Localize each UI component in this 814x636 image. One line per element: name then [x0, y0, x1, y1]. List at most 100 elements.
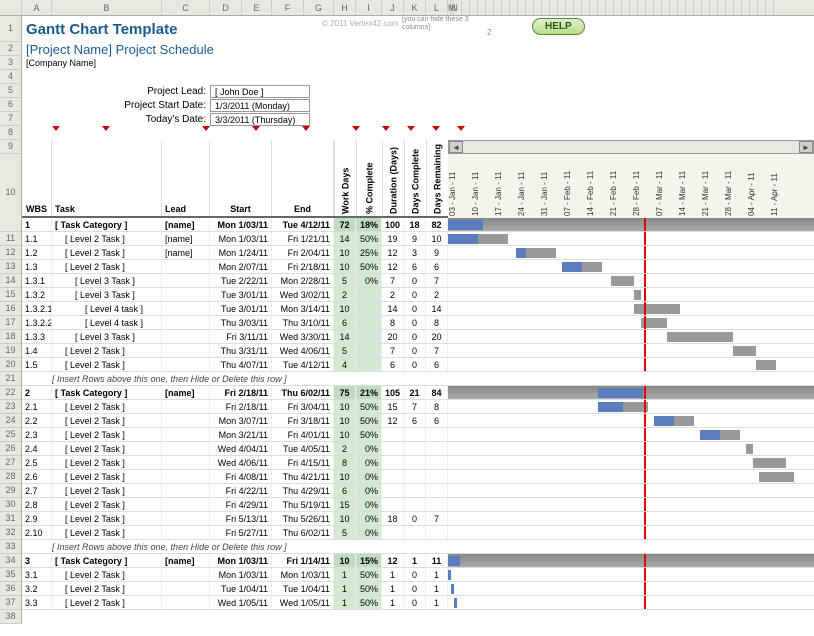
cell-pct-complete: 0%	[356, 484, 382, 497]
table-header-row: WBS Task Lead Start End Work Days % Comp…	[22, 140, 814, 218]
table-row[interactable]: 3.2[ Level 2 Task ]Tue 1/04/11Tue 1/04/1…	[22, 582, 814, 596]
table-row[interactable]: 1.1[ Level 2 Task ][name]Mon 1/03/11Fri …	[22, 232, 814, 246]
today-date-value[interactable]: 3/3/2011 (Thursday)	[210, 113, 310, 126]
scroll-right-icon[interactable]: ►	[799, 141, 813, 153]
cell-duration	[382, 428, 404, 441]
cell-pct-complete: 0%	[356, 498, 382, 511]
table-row[interactable]: 1.3.3[ Level 3 Task ]Fri 3/11/11Wed 3/30…	[22, 330, 814, 344]
cell-task: [ Task Category ]	[52, 386, 162, 399]
header-wbs: WBS	[22, 140, 52, 216]
cell-pct-complete: 0%	[356, 274, 382, 287]
table-row[interactable]: 2.10[ Level 2 Task ]Fri 5/27/11Thu 6/02/…	[22, 526, 814, 540]
header-end: End	[272, 140, 334, 216]
table-row[interactable]: 1.3[ Level 2 Task ]Mon 2/07/11Fri 2/18/1…	[22, 260, 814, 274]
header-task: Task	[52, 140, 162, 216]
table-row[interactable]: 3.3[ Level 2 Task ]Wed 1/05/11Wed 1/05/1…	[22, 596, 814, 610]
cell-lead: [name]	[162, 554, 210, 567]
project-lead-value[interactable]: [ John Doe ]	[210, 85, 310, 98]
insert-row-hint: [ Insert Rows above this one, then Hide …	[22, 540, 814, 554]
cell-wbs: 2	[22, 386, 52, 399]
cell-days-complete: 0	[404, 512, 426, 525]
project-start-value[interactable]: 1/3/2011 (Monday)	[210, 99, 310, 112]
cell-work-days: 2	[334, 442, 356, 455]
date-scrollbar[interactable]: ◄ ►	[448, 140, 814, 154]
gantt-cell	[448, 512, 814, 525]
cell-task: [ Level 2 Task ]	[52, 512, 162, 525]
cell-days-complete: 0	[404, 568, 426, 581]
cell-days-complete	[404, 526, 426, 539]
cell-end: Fri 1/14/11	[272, 554, 334, 567]
cell-days-remaining: 7	[426, 344, 448, 357]
cell-wbs: 1	[22, 218, 52, 231]
table-row[interactable]: 2.5[ Level 2 Task ]Wed 4/06/11Fri 4/15/1…	[22, 456, 814, 470]
cell-days-remaining: 1	[426, 596, 448, 609]
cell-days-complete: 0	[404, 274, 426, 287]
table-row[interactable]: 1.3.2.2[ Level 4 task ]Thu 3/03/11Thu 3/…	[22, 316, 814, 330]
cell-start: Wed 1/05/11	[210, 596, 272, 609]
cell-work-days: 10	[334, 260, 356, 273]
gantt-date-header: ◄ ► 03 - Jan - 1110 - Jan - 1117 - Jan -…	[448, 140, 814, 218]
cell-days-remaining: 14	[426, 302, 448, 315]
table-row[interactable]: 2.9[ Level 2 Task ]Fri 5/13/11Thu 5/26/1…	[22, 512, 814, 526]
cell-lead	[162, 428, 210, 441]
cell-start: Thu 3/31/11	[210, 344, 272, 357]
cell-lead	[162, 470, 210, 483]
table-row[interactable]: 2.1[ Level 2 Task ]Fri 2/18/11Fri 3/04/1…	[22, 400, 814, 414]
cell-days-remaining	[426, 428, 448, 441]
table-row[interactable]: 2[ Task Category ][name]Fri 2/18/11Thu 6…	[22, 386, 814, 400]
cell-end: Mon 1/03/11	[272, 568, 334, 581]
cell-end: Tue 1/04/11	[272, 582, 334, 595]
help-button[interactable]: HELP	[532, 18, 585, 35]
table-row[interactable]: 3.1[ Level 2 Task ]Mon 1/03/11Mon 1/03/1…	[22, 568, 814, 582]
cell-work-days: 14	[334, 232, 356, 245]
table-row[interactable]: 1.3.2[ Level 3 Task ]Tue 3/01/11Wed 3/02…	[22, 288, 814, 302]
cell-days-remaining: 8	[426, 400, 448, 413]
table-row[interactable]: 2.3[ Level 2 Task ]Mon 3/21/11Fri 4/01/1…	[22, 428, 814, 442]
cell-days-complete	[404, 456, 426, 469]
table-row[interactable]: 2.8[ Level 2 Task ]Fri 4/29/11Thu 5/19/1…	[22, 498, 814, 512]
cell-start: Fri 2/18/11	[210, 400, 272, 413]
cell-end: Thu 5/26/11	[272, 512, 334, 525]
table-row[interactable]: 1.2[ Level 2 Task ][name]Mon 1/24/11Fri …	[22, 246, 814, 260]
cell-task: [ Level 3 Task ]	[52, 274, 162, 287]
table-row[interactable]: 3[ Task Category ][name]Mon 1/03/11Fri 1…	[22, 554, 814, 568]
table-row[interactable]: 1.3.2.1[ Level 4 task ]Tue 3/01/11Mon 3/…	[22, 302, 814, 316]
cell-start: Mon 1/03/11	[210, 568, 272, 581]
cell-task: [ Level 2 Task ]	[52, 246, 162, 259]
cell-work-days: 10	[334, 554, 356, 567]
table-row[interactable]: 1[ Task Category ][name]Mon 1/03/11Tue 4…	[22, 218, 814, 232]
cell-pct-complete	[356, 288, 382, 301]
cell-days-complete: 0	[404, 288, 426, 301]
cell-task: [ Level 2 Task ]	[52, 456, 162, 469]
cell-end: Tue 4/12/11	[272, 218, 334, 231]
cell-days-remaining	[426, 456, 448, 469]
cell-days-complete: 0	[404, 596, 426, 609]
cell-start: Mon 3/21/11	[210, 428, 272, 441]
cell-end: Mon 3/14/11	[272, 302, 334, 315]
cell-wbs: 3	[22, 554, 52, 567]
cell-end: Fri 4/15/11	[272, 456, 334, 469]
cell-pct-complete: 25%	[356, 246, 382, 259]
cell-lead	[162, 400, 210, 413]
scroll-left-icon[interactable]: ◄	[449, 141, 463, 153]
cell-lead	[162, 344, 210, 357]
table-row[interactable]: 2.6[ Level 2 Task ]Fri 4/08/11Thu 4/21/1…	[22, 470, 814, 484]
data-grid[interactable]: 1[ Task Category ][name]Mon 1/03/11Tue 4…	[22, 218, 814, 610]
cell-work-days: 75	[334, 386, 356, 399]
table-row[interactable]: 1.4[ Level 2 Task ]Thu 3/31/11Wed 4/06/1…	[22, 344, 814, 358]
table-row[interactable]: 2.4[ Level 2 Task ]Wed 4/04/11Tue 4/05/1…	[22, 442, 814, 456]
cell-task: [ Level 2 Task ]	[52, 232, 162, 245]
cell-wbs: 1.5	[22, 358, 52, 371]
cell-task: [ Level 2 Task ]	[52, 596, 162, 609]
table-row[interactable]: 2.2[ Level 2 Task ]Mon 3/07/11Fri 3/18/1…	[22, 414, 814, 428]
cell-end: Thu 6/02/11	[272, 386, 334, 399]
table-row[interactable]: 1.5[ Level 2 Task ]Thu 4/07/11Tue 4/12/1…	[22, 358, 814, 372]
cell-duration: 19	[382, 232, 404, 245]
cell-pct-complete: 50%	[356, 568, 382, 581]
cell-work-days: 1	[334, 568, 356, 581]
cell-duration: 7	[382, 344, 404, 357]
table-row[interactable]: 2.7[ Level 2 Task ]Fri 4/22/11Thu 4/29/1…	[22, 484, 814, 498]
cell-work-days: 5	[334, 344, 356, 357]
table-row[interactable]: 1.3.1[ Level 3 Task ]Tue 2/22/11Mon 2/28…	[22, 274, 814, 288]
gantt-cell	[448, 596, 814, 609]
